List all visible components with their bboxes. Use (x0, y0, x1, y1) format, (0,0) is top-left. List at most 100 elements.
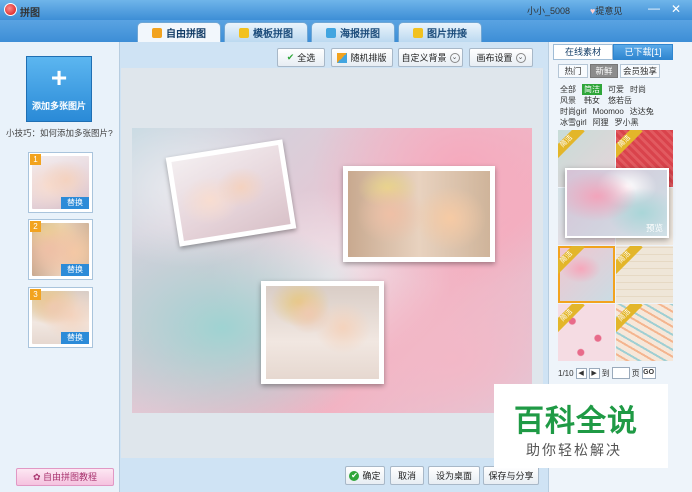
add-images-label: 添加多张图片 (31, 101, 86, 111)
tile-ribbon: 简洁 (558, 130, 585, 160)
keyword-fashion[interactable]: 时尚 (630, 84, 646, 95)
keyword-luoxiaohei[interactable]: 罗小黑 (615, 117, 639, 128)
keyword-row-2: 风景 韩女 悠若岳 (560, 95, 632, 106)
thumbnail-1[interactable]: 1 替换 (28, 152, 93, 213)
keyword-row-1: 全部 简洁 可爱 时尚 (560, 84, 646, 95)
keyword-scenery[interactable]: 风景 (560, 95, 576, 106)
subtab-fresh[interactable]: 新鲜 (590, 64, 618, 78)
random-layout-icon (337, 52, 348, 63)
tab-free-collage-label: 自由拼图 (166, 29, 206, 40)
minimize-button[interactable]: — (646, 1, 662, 17)
go-button[interactable]: GO (641, 367, 656, 379)
pagination: 1/10 ◀ ▶ 到 页 GO (558, 366, 656, 380)
next-page-icon[interactable]: ▶ (588, 367, 600, 379)
page-number-input[interactable] (611, 367, 630, 379)
watermark-subtitle: 助你轻松解决 (526, 443, 622, 459)
tab-template-collage-label: 模板拼图 (253, 29, 293, 40)
save-share-button[interactable]: 保存与分享 (483, 466, 539, 485)
tab-poster-collage-icon (326, 27, 336, 38)
tutorial-label: 自由拼图教程 (43, 472, 98, 482)
tile-ribbon: 简洁 (616, 304, 643, 334)
cancel-button[interactable]: 取消 (390, 466, 424, 485)
collage-photo-3[interactable] (261, 281, 384, 384)
custom-background-label: 自定义背景 (401, 53, 447, 63)
checkmark-icon: ✔ (349, 470, 360, 481)
photo-image (348, 171, 490, 257)
chevron-down-icon: ⌄ (515, 52, 526, 63)
tab-online-materials[interactable]: 在线素材 (553, 44, 613, 60)
material-tile-selected[interactable]: 简洁 (558, 246, 615, 303)
tile-ribbon: 简洁 (558, 304, 585, 334)
select-all-button[interactable]: ✔ 全选 (277, 48, 325, 67)
feedback-label: 提意见 (595, 6, 623, 16)
page-unit-label: 页 (631, 368, 640, 378)
keyword-simple[interactable]: 简洁 (582, 84, 602, 95)
add-images-button[interactable]: + 添加多张图片 (26, 56, 92, 122)
subtab-hot[interactable]: 热门 (558, 64, 588, 78)
custom-background-dropdown[interactable]: 自定义背景 ⌄ (398, 48, 463, 67)
random-layout-label: 随机排版 (350, 53, 387, 63)
keyword-ali[interactable]: 阿狸 (593, 117, 609, 128)
keyword-dadatu[interactable]: 达达兔 (630, 106, 654, 117)
save-share-label: 保存与分享 (488, 471, 534, 481)
confirm-label: 确定 (362, 471, 381, 481)
canvas-settings-dropdown[interactable]: 画布设置 ⌄ (469, 48, 533, 67)
tile-ribbon: 简洁 (558, 246, 585, 276)
keyword-ice-girl[interactable]: 冰雪girl (560, 117, 587, 128)
feedback-link[interactable]: ♥提意见 (590, 4, 622, 17)
keyword-all[interactable]: 全部 (560, 84, 576, 95)
material-grid: 简洁 简洁 简洁 简洁 简洁 简洁 (558, 130, 673, 361)
replace-button[interactable]: 替换 (61, 197, 89, 209)
checkmark-icon: ✔ (286, 52, 295, 62)
tile-ribbon: 简洁 (616, 246, 643, 276)
thumbnail-3[interactable]: 3 替换 (28, 287, 93, 348)
tip-link[interactable]: 小技巧：如何添加多张图片? (6, 127, 118, 139)
replace-button[interactable]: 替换 (61, 332, 89, 344)
set-as-desktop-button[interactable]: 设为桌面 (428, 466, 480, 485)
tab-template-collage[interactable]: 模板拼图 (224, 22, 308, 42)
tutorial-icon: ✿ (32, 472, 44, 482)
material-preview-popup: 预览 (565, 168, 669, 238)
tab-poster-collage-label: 海报拼图 (340, 29, 380, 40)
keyword-yoruoyue[interactable]: 悠若岳 (608, 95, 632, 106)
set-as-desktop-label: 设为桌面 (435, 471, 472, 481)
thumbnail-number: 2 (30, 221, 41, 232)
keyword-korean[interactable]: 韩女 (584, 95, 600, 106)
tab-template-collage-icon (239, 27, 249, 38)
thumbnail-number: 1 (30, 154, 41, 165)
tab-poster-collage[interactable]: 海报拼图 (311, 22, 395, 42)
material-tile[interactable]: 简洁 (616, 246, 673, 303)
select-all-label: 全选 (297, 53, 316, 63)
goto-label: 到 (601, 368, 610, 378)
tab-image-stitch[interactable]: 图片拼接 (398, 22, 482, 42)
material-tile[interactable]: 简洁 (616, 304, 673, 361)
tab-free-collage[interactable]: 自由拼图 (137, 22, 221, 42)
confirm-button[interactable]: ✔ 确定 (345, 466, 385, 485)
tutorial-button[interactable]: ✿ 自由拼图教程 (16, 468, 114, 486)
replace-button[interactable]: 替换 (61, 264, 89, 276)
canvas-settings-label: 画布设置 (476, 53, 513, 63)
tab-downloaded[interactable]: 已下载[1] (613, 44, 673, 60)
keyword-row-3: 时尚girl Moomoo 达达兔 (560, 106, 654, 117)
thumbnail-2[interactable]: 2 替换 (28, 219, 93, 280)
keyword-moomoo[interactable]: Moomoo (593, 106, 624, 117)
material-tile[interactable]: 简洁 (558, 304, 615, 361)
keyword-fashion-girl[interactable]: 时尚girl (560, 106, 587, 117)
add-plus-icon: + (50, 62, 68, 93)
preview-label: 预览 (645, 223, 663, 233)
keyword-cute[interactable]: 可爱 (608, 84, 624, 95)
watermark-title: 百科全说 (514, 404, 638, 439)
user-name[interactable]: 小小_5008 (527, 4, 570, 17)
cancel-label: 取消 (397, 471, 416, 481)
tile-ribbon: 简洁 (616, 130, 643, 160)
subtab-vip[interactable]: 会员独享 (620, 64, 660, 78)
close-button[interactable]: ✕ (668, 1, 684, 17)
window-title: 拼图 (20, 8, 40, 19)
tab-image-stitch-label: 图片拼接 (427, 29, 467, 40)
collage-photo-1[interactable] (165, 139, 297, 247)
random-layout-button[interactable]: 随机排版 (331, 48, 393, 67)
collage-photo-2[interactable] (343, 166, 495, 262)
title-bar (0, 0, 692, 20)
prev-page-icon[interactable]: ◀ (575, 367, 587, 379)
app-logo-icon (4, 3, 17, 16)
